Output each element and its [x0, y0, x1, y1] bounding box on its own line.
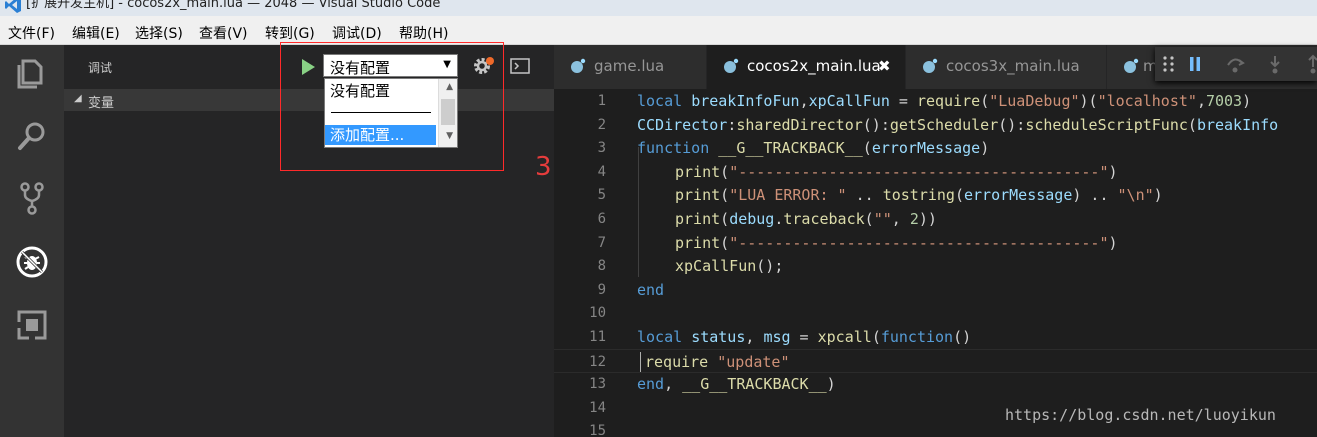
- line-number: 4: [597, 163, 606, 180]
- code-editor[interactable]: 1 local breakInfoFun,xpCallFun = require…: [554, 89, 1317, 437]
- source-control-icon[interactable]: [14, 180, 50, 216]
- lua-file-icon: [724, 58, 739, 73]
- line-code: CCDirector:sharedDirector():getScheduler…: [637, 115, 1279, 134]
- explorer-icon[interactable]: [14, 55, 50, 91]
- lua-file-icon: [923, 58, 938, 73]
- code-line[interactable]: 3 function __G__TRACKBACK__(errorMessage…: [554, 136, 1317, 160]
- code-line[interactable]: 5 print("LUA ERROR: " .. tostring(errorM…: [554, 183, 1317, 207]
- line-code: end: [637, 280, 665, 299]
- step-into-icon[interactable]: [1265, 54, 1285, 74]
- tab-cocos2x-main-lua[interactable]: cocos2x_main.lua ✖: [707, 45, 905, 89]
- code-line[interactable]: 4 print("-------------------------------…: [554, 160, 1317, 184]
- code-line[interactable]: 13 end, __G__TRACKBACK__): [554, 372, 1317, 396]
- extensions-icon[interactable]: [14, 307, 50, 343]
- line-number: 3: [597, 140, 606, 157]
- title-bar: [扩展开发主机] - cocos2x_main.lua — 2048 — Vis…: [0, 0, 1317, 16]
- debug-console-icon[interactable]: [510, 58, 530, 74]
- step-out-icon[interactable]: [1303, 54, 1317, 74]
- drag-handle-icon[interactable]: [1159, 54, 1179, 74]
- code-line[interactable]: 6 print(debug.traceback("", 2)): [554, 207, 1317, 231]
- line-number: 14: [589, 399, 606, 416]
- tab-label: cocos3x_main.lua: [946, 57, 1080, 75]
- window-title: [扩展开发主机] - cocos2x_main.lua — 2048 — Vis…: [26, 0, 441, 11]
- line-number: 7: [597, 234, 606, 251]
- code-line[interactable]: 1 local breakInfoFun,xpCallFun = require…: [554, 89, 1317, 113]
- line-code: function __G__TRACKBACK__(errorMessage): [637, 139, 990, 158]
- line-number: 12: [589, 353, 606, 370]
- line-code: local status, msg = xpcall(function(): [637, 328, 972, 346]
- line-number: 15: [589, 423, 606, 437]
- line-number: 5: [597, 187, 606, 204]
- text-cursor: [640, 351, 641, 372]
- menu-bar: 文件(F) 编辑(E) 选择(S) 查看(V) 转到(G) 调试(D) 帮助(H…: [0, 16, 1317, 45]
- tab-game-lua[interactable]: game.lua: [554, 45, 706, 89]
- line-code: local breakInfoFun,xpCallFun = require("…: [637, 92, 1252, 110]
- code-line[interactable]: 9 end: [554, 278, 1317, 302]
- vscode-logo-icon: [5, 0, 21, 13]
- tab-label: cocos2x_main.lua: [747, 57, 881, 75]
- line-code: print("---------------------------------…: [675, 233, 1118, 252]
- line-code: xpCallFun();: [675, 257, 784, 276]
- line-number: 13: [589, 376, 606, 393]
- variables-section-label: 变量: [88, 96, 115, 111]
- menu-view[interactable]: 查看(V): [199, 23, 248, 43]
- line-code: print("---------------------------------…: [675, 162, 1118, 181]
- watermark: https://blog.csdn.net/luoyikun: [1005, 406, 1276, 424]
- menu-help[interactable]: 帮助(H): [399, 23, 448, 43]
- line-number: 9: [597, 281, 606, 298]
- line-code: print(debug.traceback("", 2)): [675, 210, 937, 228]
- debug-title: 调试: [88, 61, 113, 75]
- menu-debug[interactable]: 调试(D): [332, 23, 382, 43]
- line-code: require "update": [645, 352, 790, 371]
- activity-bar: [0, 45, 64, 437]
- search-icon[interactable]: [14, 118, 50, 154]
- lua-file-icon: [571, 58, 586, 73]
- line-number: 1: [597, 93, 606, 109]
- debug-toolbar: [1155, 47, 1317, 81]
- menu-go[interactable]: 转到(G): [265, 23, 315, 43]
- annotation-highlight-box: [280, 42, 504, 171]
- debug-icon[interactable]: [14, 244, 50, 280]
- menu-edit[interactable]: 编辑(E): [72, 23, 120, 43]
- pause-icon[interactable]: [1185, 54, 1205, 74]
- line-number: 11: [589, 329, 606, 345]
- chevron-expanded-icon: ◢: [74, 93, 82, 104]
- tab-cocos3x-main-lua[interactable]: cocos3x_main.lua: [906, 45, 1106, 89]
- line-number: 6: [597, 211, 606, 227]
- step-over-icon[interactable]: [1225, 54, 1245, 74]
- line-number: 2: [597, 116, 606, 133]
- line-code: print("LUA ERROR: " .. tostring(errorMes…: [675, 186, 1163, 205]
- line-number: 8: [597, 258, 606, 275]
- line-code: end, __G__TRACKBACK__): [637, 375, 836, 394]
- code-line[interactable]: 8 xpCallFun();: [554, 254, 1317, 278]
- code-line[interactable]: 7 print("-------------------------------…: [554, 231, 1317, 255]
- menu-selection[interactable]: 选择(S): [135, 23, 183, 43]
- code-line-current[interactable]: 12 require "update": [554, 348, 1317, 373]
- annotation-number: 3: [535, 152, 552, 182]
- line-number: 10: [589, 305, 606, 322]
- tab-label: game.lua: [594, 57, 665, 75]
- lua-file-icon: [1124, 58, 1139, 73]
- code-line[interactable]: 10: [554, 301, 1317, 325]
- code-line[interactable]: 2 CCDirector:sharedDirector():getSchedul…: [554, 113, 1317, 137]
- menu-file[interactable]: 文件(F): [8, 23, 55, 43]
- close-icon[interactable]: ✖: [878, 57, 891, 75]
- code-line[interactable]: 11 local status, msg = xpcall(function(): [554, 325, 1317, 349]
